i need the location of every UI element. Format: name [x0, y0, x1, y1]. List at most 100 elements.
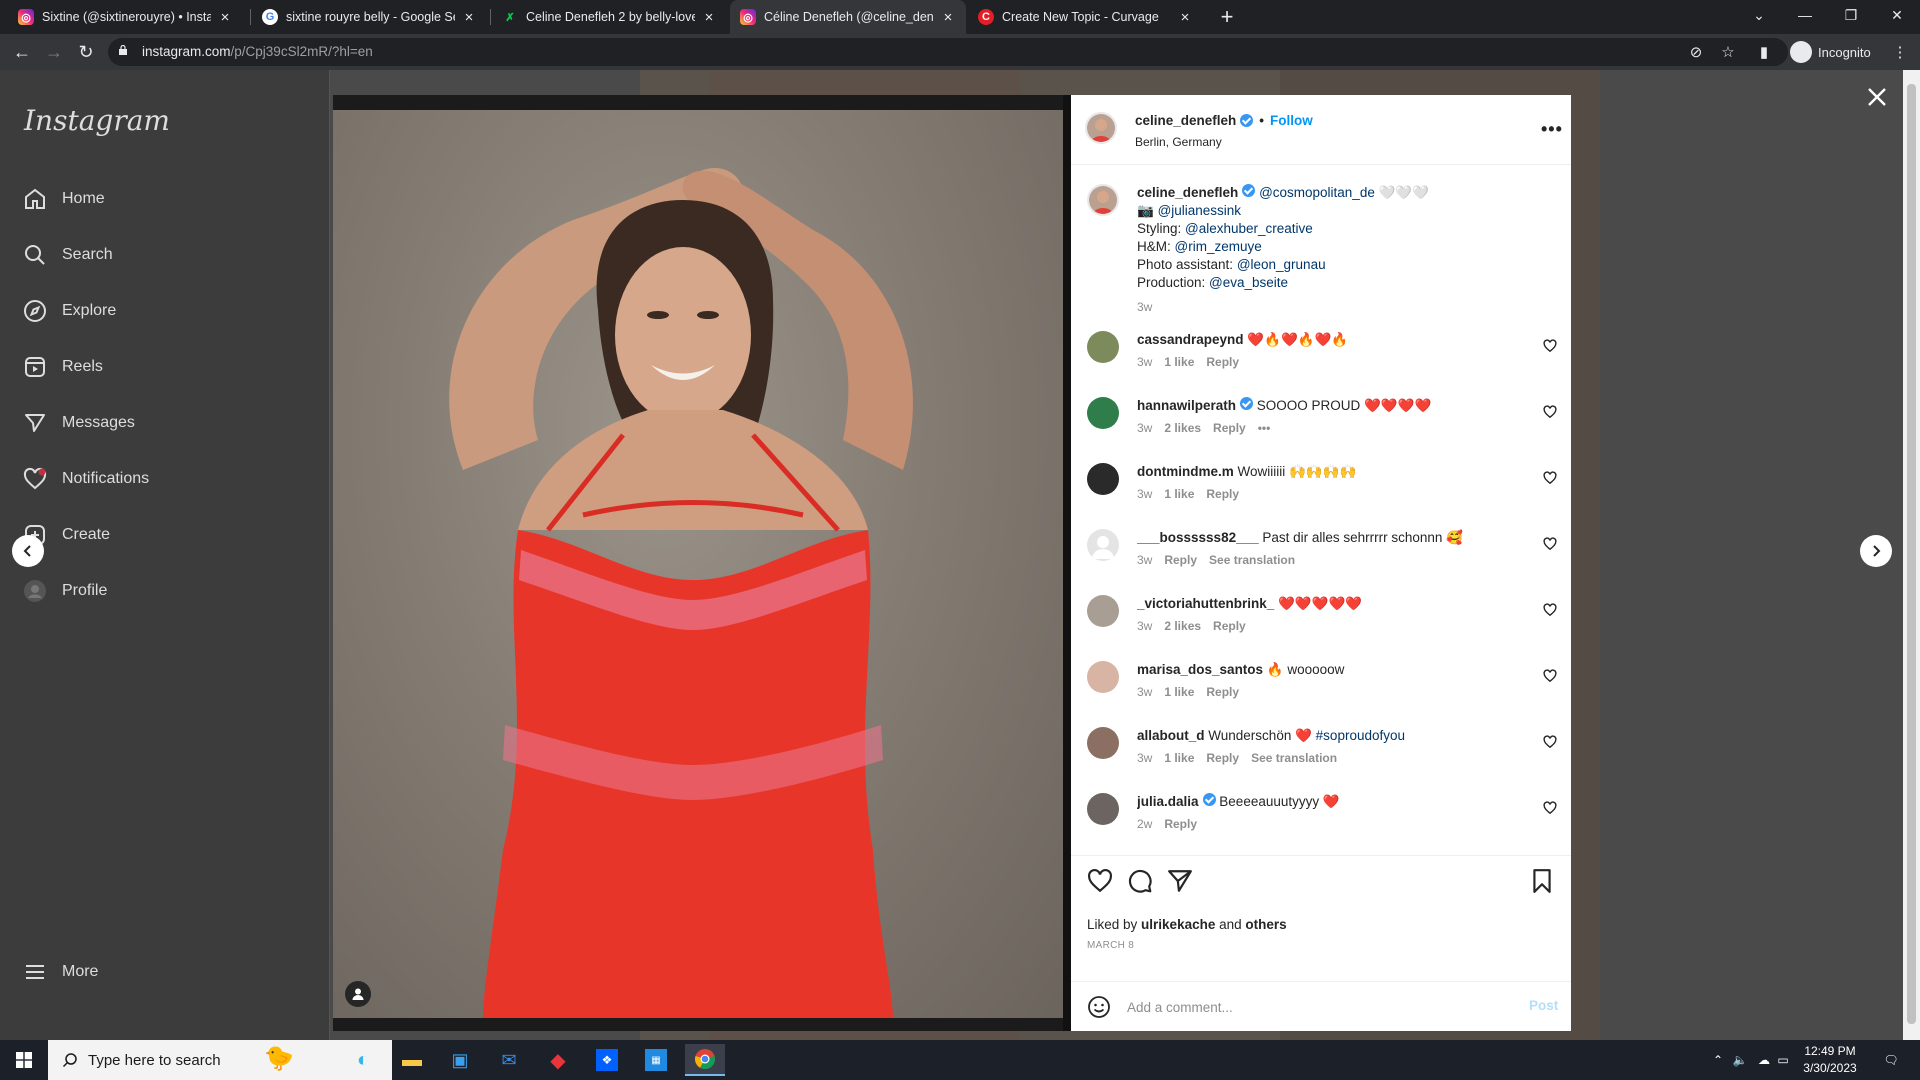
post-author-username[interactable]: celine_denefleh [1135, 113, 1236, 128]
commenter-username[interactable]: dontmindme.m [1137, 464, 1234, 479]
comment-bubble-icon[interactable] [1127, 868, 1153, 894]
close-tab-icon[interactable]: × [940, 9, 956, 26]
onedrive-cloud-icon[interactable]: ☁ [1752, 1040, 1776, 1080]
new-tab-button[interactable]: + [1214, 4, 1240, 30]
commenter-username[interactable]: julia.dalia [1137, 794, 1199, 809]
comments-list[interactable]: celine_denefleh @cosmopolitan_de 🤍🤍🤍 📷 @… [1071, 166, 1571, 856]
comment-age[interactable]: 3w [1137, 619, 1152, 633]
taskbar-edge[interactable]: ◐ [343, 1044, 383, 1076]
sidebar-item-more[interactable]: More [22, 952, 98, 992]
reply-button[interactable]: Reply [1206, 487, 1239, 501]
mention-link[interactable]: @rim_zemuye [1175, 239, 1262, 254]
commenter-username[interactable]: cassandrapeynd [1137, 332, 1244, 347]
taskbar-mail[interactable]: ✉ [489, 1044, 529, 1076]
bookmark-save-icon[interactable] [1529, 868, 1555, 894]
post-date[interactable]: MARCH 8 [1087, 940, 1134, 951]
instagram-logo[interactable]: Instagram [24, 104, 170, 137]
reply-button[interactable]: Reply [1206, 685, 1239, 699]
like-comment-heart-icon[interactable] [1543, 339, 1557, 353]
previous-post-button[interactable] [12, 535, 44, 567]
scrollbar-thumb[interactable] [1907, 84, 1916, 1024]
reply-button[interactable]: Reply [1213, 619, 1246, 633]
address-bar[interactable]: instagram.com/p/Cpj39cSl2mR/?hl=en [108, 38, 1788, 66]
sidebar-item-messages[interactable]: Messages [22, 403, 135, 443]
caption-age[interactable]: 3w [1137, 298, 1547, 316]
close-tab-icon[interactable]: × [1177, 9, 1193, 26]
caption-username[interactable]: celine_denefleh [1137, 185, 1238, 200]
like-comment-heart-icon[interactable] [1543, 405, 1557, 419]
close-modal-icon[interactable] [1866, 86, 1888, 108]
mention-link[interactable]: @alexhuber_creative [1185, 221, 1313, 236]
sidebar-item-explore[interactable]: Explore [22, 291, 116, 331]
minimize-button[interactable]: — [1782, 0, 1828, 30]
close-tab-icon[interactable]: × [217, 9, 233, 26]
liked-by-user[interactable]: ulrikekache [1141, 917, 1215, 932]
close-tab-icon[interactable]: × [701, 9, 717, 26]
browser-tab-4[interactable]: ◎ Céline Denefleh (@celine_denefle × [730, 0, 966, 34]
chrome-menu-icon[interactable]: ⋮ [1888, 40, 1912, 64]
commenter-username[interactable]: allabout_d [1137, 728, 1205, 743]
show-hidden-icons-chevron-icon[interactable]: ⌃ [1708, 1040, 1728, 1080]
caption-author-avatar[interactable] [1087, 184, 1119, 216]
liked-by-others[interactable]: others [1245, 917, 1286, 932]
forward-button[interactable]: → [40, 38, 68, 66]
comment-likes[interactable]: 1 like [1164, 751, 1194, 765]
follow-button[interactable]: Follow [1270, 113, 1313, 128]
post-location[interactable]: Berlin, Germany [1135, 135, 1222, 149]
incognito-profile-button[interactable]: Incognito [1790, 39, 1871, 65]
reply-button[interactable]: Reply [1164, 817, 1197, 831]
taskbar-dropbox[interactable]: ❖ [587, 1044, 627, 1076]
post-comment-button[interactable]: Post [1529, 998, 1558, 1013]
mention-link[interactable]: @eva_bseite [1209, 275, 1288, 290]
mention-link[interactable]: @julianessink [1158, 203, 1242, 218]
comment-likes[interactable]: 1 like [1164, 355, 1194, 369]
commenter-avatar[interactable] [1087, 463, 1119, 495]
reply-button[interactable]: Reply [1206, 751, 1239, 765]
like-heart-icon[interactable] [1087, 868, 1113, 894]
sidebar-item-profile[interactable]: Profile [22, 571, 107, 611]
comment-age[interactable]: 3w [1137, 421, 1152, 435]
like-comment-heart-icon[interactable] [1543, 471, 1557, 485]
hashtag-link[interactable]: #soproudofyou [1316, 728, 1405, 743]
add-comment-input[interactable] [1127, 997, 1477, 1017]
tab-search-icon[interactable]: ⌄ [1736, 0, 1782, 30]
sidebar-item-notifications[interactable]: Notifications [22, 459, 149, 499]
commenter-username[interactable]: marisa_dos_santos [1137, 662, 1263, 677]
commenter-avatar[interactable] [1087, 529, 1119, 561]
start-button[interactable] [0, 1040, 48, 1080]
comment-age[interactable]: 3w [1137, 685, 1152, 699]
commenter-avatar[interactable] [1087, 661, 1119, 693]
tagged-users-button[interactable] [345, 981, 371, 1007]
back-button[interactable]: ← [8, 38, 36, 66]
commenter-avatar[interactable] [1087, 595, 1119, 627]
commenter-username[interactable]: hannawilperath [1137, 398, 1236, 413]
commenter-avatar[interactable] [1087, 331, 1119, 363]
commenter-username[interactable]: _victoriahuttenbrink_ [1137, 596, 1274, 611]
taskbar-store[interactable]: ▣ [440, 1044, 480, 1076]
taskbar-search-box[interactable]: Type here to search 🐤 [48, 1040, 392, 1080]
emoji-icon[interactable] [1087, 995, 1111, 1019]
reload-button[interactable]: ↻ [72, 38, 100, 66]
comment-age[interactable]: 2w [1137, 817, 1152, 831]
sidebar-item-reels[interactable]: Reels [22, 347, 103, 387]
commenter-avatar[interactable] [1087, 727, 1119, 759]
network-icon[interactable]: ▭ [1776, 1040, 1790, 1080]
comment-options-icon[interactable]: ••• [1258, 421, 1271, 435]
restore-button[interactable]: ❐ [1828, 0, 1874, 30]
like-comment-heart-icon[interactable] [1543, 603, 1557, 617]
browser-tab-3[interactable]: ✗ Celine Denefleh 2 by belly-lover2 × [492, 0, 727, 34]
eye-off-icon[interactable]: ⊘ [1684, 40, 1708, 64]
post-author-avatar[interactable] [1085, 112, 1117, 144]
mention-link[interactable]: @leon_grunau [1237, 257, 1326, 272]
taskbar-file-explorer[interactable]: ▬ [392, 1044, 432, 1076]
commenter-username[interactable]: ___bossssss82___ [1137, 530, 1259, 545]
close-tab-icon[interactable]: × [461, 9, 477, 26]
taskbar-clock[interactable]: 12:49 PM 3/30/2023 [1790, 1043, 1870, 1077]
sidebar-item-home[interactable]: Home [22, 179, 105, 219]
notification-center-icon[interactable]: 🗨 [1876, 1040, 1906, 1080]
browser-tab-5[interactable]: C Create New Topic - Curvage × [968, 0, 1203, 34]
comment-age[interactable]: 3w [1137, 553, 1152, 567]
commenter-avatar[interactable] [1087, 397, 1119, 429]
comment-likes[interactable]: 2 likes [1164, 421, 1201, 435]
sidebar-item-search[interactable]: Search [22, 235, 113, 275]
